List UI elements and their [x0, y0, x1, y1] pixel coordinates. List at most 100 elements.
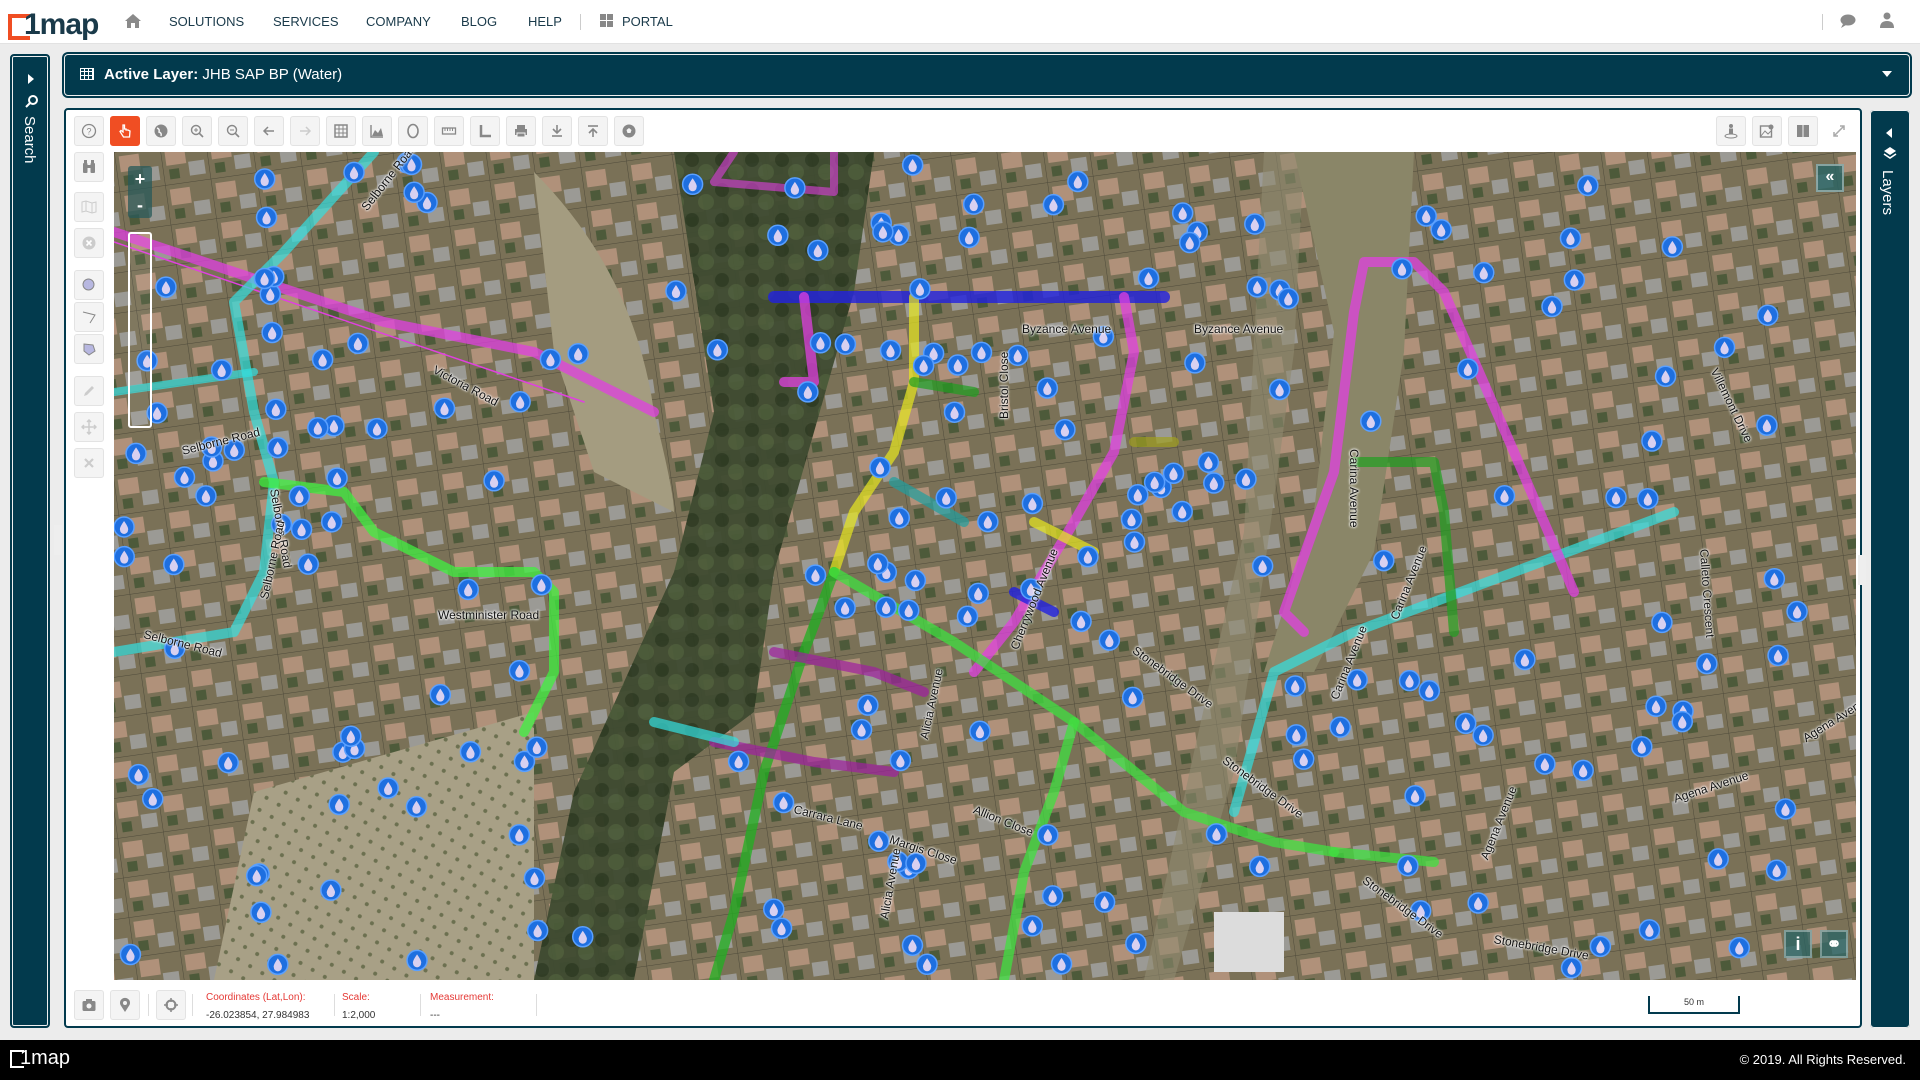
water-meter-marker[interactable]	[901, 934, 924, 957]
water-meter-marker[interactable]	[1120, 508, 1143, 531]
water-meter-marker[interactable]	[1178, 231, 1201, 254]
water-meter-marker[interactable]	[1041, 885, 1064, 907]
water-meter-marker[interactable]	[767, 224, 789, 247]
water-meter-marker[interactable]	[1203, 472, 1225, 494]
water-meter-marker[interactable]	[459, 740, 482, 763]
water-meter-marker[interactable]	[935, 487, 957, 509]
water-meter-marker[interactable]	[867, 552, 889, 575]
water-meter-marker[interactable]	[483, 470, 505, 492]
move-button[interactable]	[74, 412, 104, 442]
water-meter-marker[interactable]	[1123, 531, 1146, 553]
water-meter-marker[interactable]	[943, 401, 966, 423]
water-meter-marker[interactable]	[526, 919, 549, 942]
water-meter-marker[interactable]	[763, 898, 785, 920]
nav-company[interactable]: COMPANY	[366, 14, 431, 29]
water-meter-marker[interactable]	[1493, 485, 1516, 507]
water-meter-marker[interactable]	[772, 791, 795, 814]
active-layer-selector[interactable]: Active Layer: JHB SAP BP (Water)	[64, 54, 1910, 96]
water-meter-marker[interactable]	[403, 181, 425, 204]
nav-help[interactable]: HELP	[528, 14, 562, 29]
water-meter-marker[interactable]	[1728, 936, 1751, 959]
water-meter-marker[interactable]	[1127, 484, 1149, 506]
water-meter-marker[interactable]	[1786, 600, 1808, 623]
left-splitter-handle[interactable]	[54, 525, 62, 555]
water-meter-marker[interactable]	[255, 206, 278, 229]
zoom-out-button[interactable]	[218, 116, 248, 146]
water-meter-marker[interactable]	[343, 161, 365, 184]
water-meter-marker[interactable]	[967, 582, 989, 605]
collapse-overview-button[interactable]: «	[1816, 164, 1844, 192]
water-meter-marker[interactable]	[523, 867, 546, 889]
water-meter-marker[interactable]	[901, 154, 924, 176]
water-meter-marker[interactable]	[1054, 418, 1076, 441]
water-meter-marker[interactable]	[770, 917, 793, 939]
water-meter-marker[interactable]	[879, 339, 902, 362]
water-meter-marker[interactable]	[1654, 365, 1677, 387]
zoom-in-button[interactable]	[182, 116, 212, 146]
water-meter-marker[interactable]	[969, 720, 991, 743]
water-meter-marker[interactable]	[253, 267, 276, 290]
water-meter-marker[interactable]	[307, 417, 329, 439]
clear-button[interactable]	[74, 228, 104, 258]
water-meter-marker[interactable]	[797, 381, 819, 403]
water-meter-marker[interactable]	[142, 788, 164, 810]
water-meter-marker[interactable]	[1472, 261, 1495, 284]
street-view-button[interactable]	[1716, 116, 1746, 146]
user-icon[interactable]	[1880, 12, 1894, 28]
water-meter-marker[interactable]	[366, 417, 388, 440]
water-meter-marker[interactable]	[1763, 567, 1786, 590]
zoom-slider[interactable]	[128, 232, 152, 428]
water-meter-marker[interactable]	[1397, 854, 1419, 877]
water-meter-marker[interactable]	[1631, 735, 1653, 758]
water-meter-marker[interactable]	[509, 391, 531, 413]
water-meter-marker[interactable]	[250, 901, 272, 924]
water-meter-marker[interactable]	[245, 864, 268, 887]
nav-blog[interactable]: BLOG	[461, 14, 497, 29]
water-meter-marker[interactable]	[1707, 848, 1729, 870]
water-meter-marker[interactable]	[326, 467, 348, 489]
water-meter-marker[interactable]	[1589, 935, 1612, 958]
water-meter-marker[interactable]	[1641, 430, 1663, 452]
water-meter-marker[interactable]	[320, 879, 342, 901]
water-meter-marker[interactable]	[1121, 686, 1144, 709]
water-meter-marker[interactable]	[406, 949, 428, 972]
water-meter-marker[interactable]	[347, 332, 369, 355]
water-meter-marker[interactable]	[1360, 410, 1382, 432]
water-meter-marker[interactable]	[889, 749, 912, 772]
water-meter-marker[interactable]	[526, 736, 548, 758]
water-meter-marker[interactable]	[1418, 680, 1441, 702]
water-meter-marker[interactable]	[261, 321, 283, 344]
edit-button[interactable]	[74, 376, 104, 406]
water-meter-marker[interactable]	[433, 397, 456, 420]
water-meter-marker[interactable]	[288, 485, 311, 507]
link-button[interactable]: ⚭	[1820, 930, 1848, 958]
water-meter-marker[interactable]	[508, 823, 531, 846]
find-button[interactable]	[74, 152, 104, 182]
water-meter-marker[interactable]	[1021, 915, 1044, 937]
nav-portal[interactable]: PORTAL	[622, 14, 673, 29]
nav-services[interactable]: SERVICES	[273, 14, 339, 29]
water-meter-marker[interactable]	[320, 511, 343, 533]
water-meter-marker[interactable]	[1756, 414, 1778, 436]
draw-polygon-button[interactable]	[74, 334, 104, 364]
water-meter-marker[interactable]	[909, 278, 931, 300]
water-meter-marker[interactable]	[834, 597, 856, 619]
water-meter-marker[interactable]	[457, 578, 479, 601]
water-meter-marker[interactable]	[1457, 358, 1479, 380]
water-meter-marker[interactable]	[1774, 798, 1797, 820]
split-view-button[interactable]	[1788, 116, 1818, 146]
water-meter-marker[interactable]	[114, 545, 135, 568]
water-meter-marker[interactable]	[1093, 891, 1116, 913]
water-meter-marker[interactable]	[1391, 258, 1413, 280]
water-meter-marker[interactable]	[210, 359, 233, 381]
water-meter-marker[interactable]	[1651, 611, 1673, 634]
water-meter-marker[interactable]	[1070, 610, 1092, 633]
water-meter-marker[interactable]	[857, 694, 879, 716]
water-meter-marker[interactable]	[681, 173, 704, 196]
profile-button[interactable]	[362, 116, 392, 146]
water-meter-marker[interactable]	[539, 348, 562, 371]
water-meter-marker[interactable]	[253, 168, 276, 190]
water-meter-marker[interactable]	[1559, 227, 1582, 249]
water-meter-marker[interactable]	[1246, 276, 1268, 298]
previous-extent-button[interactable]	[254, 116, 284, 146]
